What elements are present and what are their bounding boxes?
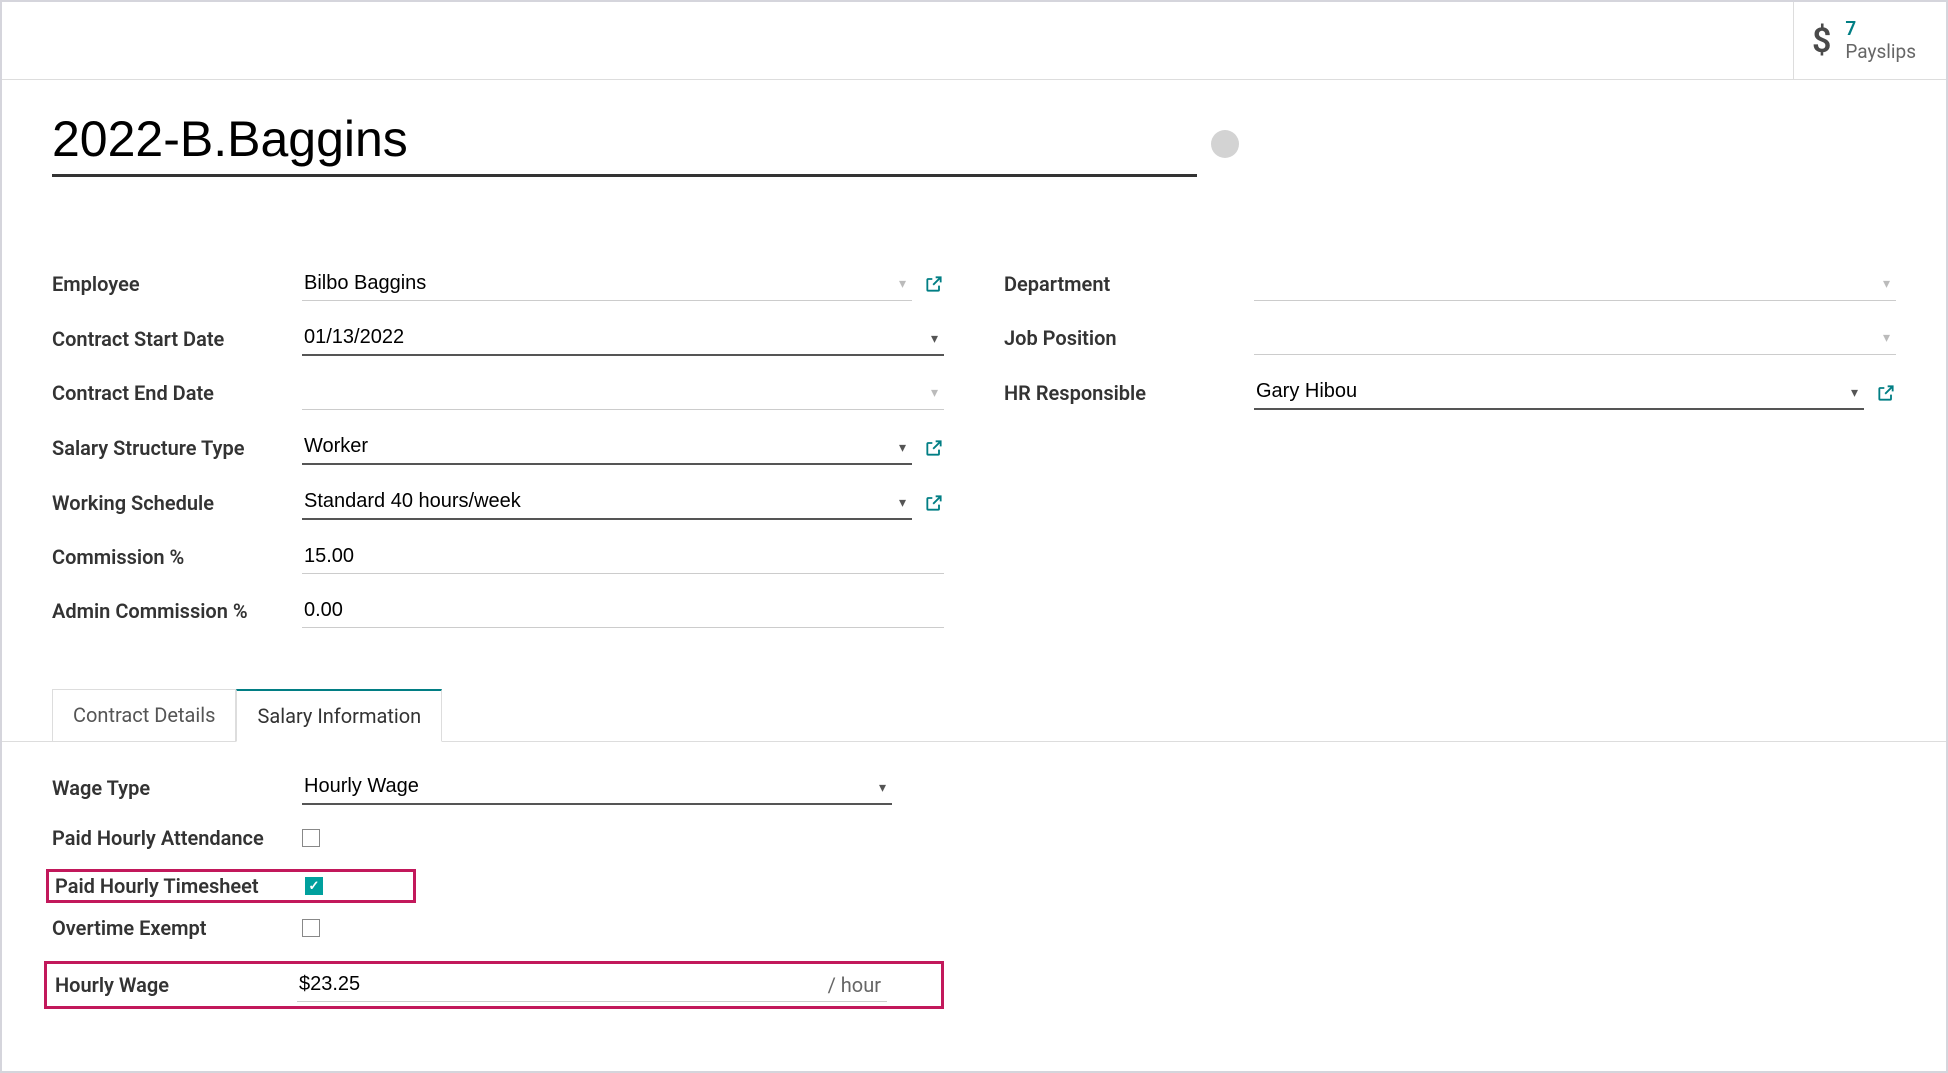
tab-salary-information[interactable]: Salary Information: [236, 689, 442, 742]
payslips-count: 7: [1845, 18, 1916, 41]
paid-hourly-attendance-checkbox[interactable]: [302, 829, 320, 847]
status-indicator-icon: [1211, 130, 1239, 158]
contract-start-input[interactable]: [302, 321, 944, 356]
commission-input[interactable]: [302, 540, 944, 574]
dollar-icon: $: [1812, 21, 1831, 61]
working-schedule-label: Working Schedule: [52, 491, 302, 515]
wage-type-label: Wage Type: [52, 776, 302, 800]
contract-start-label: Contract Start Date: [52, 327, 302, 351]
payslips-label: Payslips: [1845, 41, 1916, 64]
paid-hourly-attendance-label: Paid Hourly Attendance: [52, 824, 302, 852]
hourly-wage-input[interactable]: [297, 968, 887, 1002]
admin-commission-label: Admin Commission %: [52, 599, 302, 623]
employee-input[interactable]: [302, 267, 912, 301]
salary-structure-input[interactable]: [302, 430, 912, 465]
hr-responsible-input[interactable]: [1254, 375, 1864, 410]
hr-responsible-label: HR Responsible: [1004, 381, 1254, 405]
overtime-exempt-checkbox[interactable]: [302, 919, 320, 937]
working-schedule-input[interactable]: [302, 485, 912, 520]
hourly-wage-label: Hourly Wage: [55, 973, 297, 997]
contract-end-input[interactable]: [302, 376, 944, 410]
paid-hourly-timesheet-label: Paid Hourly Timesheet: [55, 874, 305, 898]
salary-structure-external-link-icon[interactable]: [924, 438, 944, 458]
wage-type-input[interactable]: [302, 770, 892, 805]
admin-commission-input[interactable]: [302, 594, 944, 628]
commission-label: Commission %: [52, 545, 302, 569]
paid-hourly-timesheet-checkbox[interactable]: [305, 877, 323, 895]
tab-contract-details[interactable]: Contract Details: [52, 689, 236, 742]
hourly-wage-suffix: / hour: [828, 973, 881, 997]
department-label: Department: [1004, 272, 1254, 296]
employee-label: Employee: [52, 272, 302, 296]
overtime-exempt-label: Overtime Exempt: [52, 916, 302, 940]
job-position-label: Job Position: [1004, 326, 1254, 350]
job-position-input[interactable]: [1254, 321, 1896, 355]
payslips-button[interactable]: $ 7 Payslips: [1793, 2, 1946, 79]
employee-external-link-icon[interactable]: [924, 274, 944, 294]
record-title-input[interactable]: [52, 110, 1197, 177]
salary-structure-label: Salary Structure Type: [52, 436, 302, 460]
contract-end-label: Contract End Date: [52, 381, 302, 405]
hr-responsible-external-link-icon[interactable]: [1876, 383, 1896, 403]
working-schedule-external-link-icon[interactable]: [924, 493, 944, 513]
department-input[interactable]: [1254, 267, 1896, 301]
